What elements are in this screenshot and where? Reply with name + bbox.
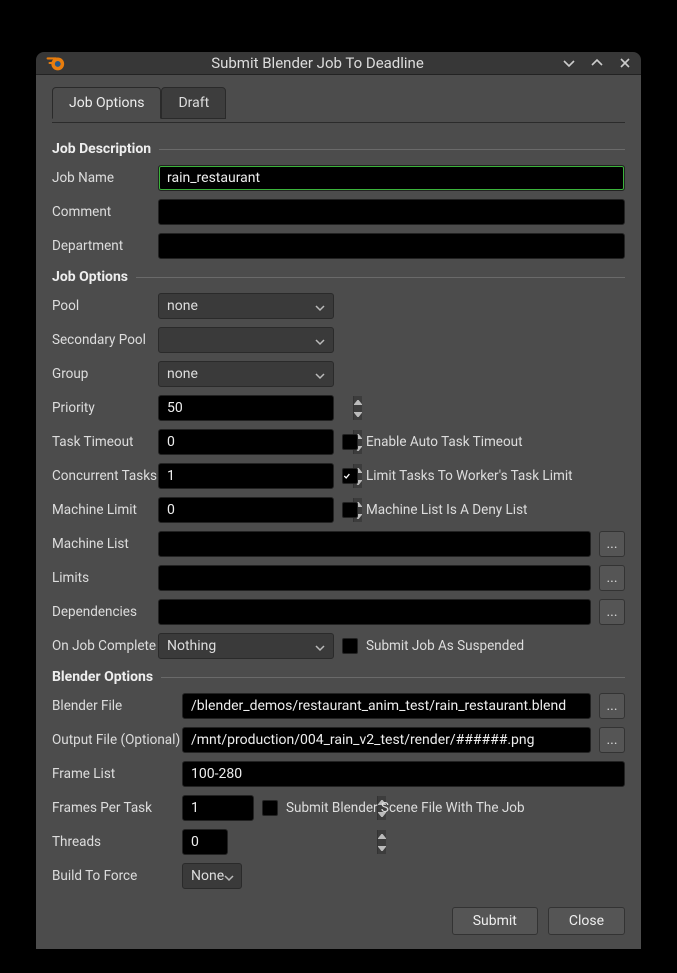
priority-spinbox[interactable]: [158, 395, 334, 421]
label-priority: Priority: [52, 400, 158, 416]
machine-limit-spinbox[interactable]: [158, 497, 334, 523]
label-task-timeout: Task Timeout: [52, 434, 158, 450]
label-frames-per-task: Frames Per Task: [52, 800, 182, 816]
enable-auto-task-timeout-label: Enable Auto Task Timeout: [366, 434, 523, 450]
label-build-to-force: Build To Force: [52, 868, 182, 884]
concurrent-tasks-input[interactable]: [159, 464, 353, 488]
spin-buttons[interactable]: [353, 396, 362, 420]
section-label: Job Options: [52, 269, 128, 285]
submit-suspended-label: Submit Job As Suspended: [366, 638, 524, 654]
section-job-description: Job Description: [52, 141, 625, 157]
divider-line: [136, 277, 625, 278]
minimize-icon[interactable]: [561, 55, 577, 71]
titlebar: Submit Blender Job To Deadline: [36, 52, 641, 74]
label-threads: Threads: [52, 834, 182, 850]
maximize-icon[interactable]: [589, 55, 605, 71]
submit-dialog: Submit Blender Job To Deadline Job Optio…: [36, 52, 641, 913]
chevron-down-icon: [315, 369, 325, 379]
label-output-file: Output File (Optional): [52, 732, 182, 748]
output-file-browse-button[interactable]: ...: [599, 727, 625, 753]
label-frame-list: Frame List: [52, 766, 182, 782]
enable-auto-task-timeout-checkbox[interactable]: [342, 434, 358, 450]
build-to-force-dropdown[interactable]: None: [182, 863, 242, 889]
dialog-content: Job Options Draft Job Description Job Na…: [36, 74, 641, 949]
pool-value: none: [167, 298, 198, 314]
dialog-footer: Submit Close: [52, 893, 625, 935]
spin-up-icon[interactable]: [378, 830, 386, 842]
machine-list-deny-checkbox[interactable]: [342, 502, 358, 518]
on-job-complete-dropdown[interactable]: Nothing: [158, 633, 334, 659]
concurrent-tasks-spinbox[interactable]: [158, 463, 334, 489]
section-blender-options: Blender Options: [52, 669, 625, 685]
limits-input[interactable]: [158, 565, 591, 591]
label-secondary-pool: Secondary Pool: [52, 332, 158, 348]
priority-input[interactable]: [159, 396, 353, 420]
label-group: Group: [52, 366, 158, 382]
spin-down-icon[interactable]: [378, 842, 386, 854]
divider-line: [161, 677, 625, 678]
close-icon[interactable]: [617, 55, 633, 71]
submit-button[interactable]: Submit: [452, 907, 538, 935]
comment-input[interactable]: [158, 199, 625, 225]
threads-input[interactable]: [183, 830, 377, 854]
blender-icon: [44, 52, 66, 74]
label-limits: Limits: [52, 570, 158, 586]
chevron-down-icon: [315, 335, 325, 345]
build-to-force-value: None: [191, 868, 224, 884]
label-on-job-complete: On Job Complete: [52, 638, 158, 654]
label-machine-list: Machine List: [52, 536, 158, 552]
tabs: Job Options Draft: [52, 87, 625, 119]
label-department: Department: [52, 238, 158, 254]
spin-buttons[interactable]: [377, 830, 386, 854]
label-pool: Pool: [52, 298, 158, 314]
spin-down-icon[interactable]: [354, 408, 362, 420]
label-job-name: Job Name: [52, 170, 158, 186]
tab-draft[interactable]: Draft: [161, 87, 226, 119]
chevron-down-icon: [315, 641, 325, 651]
tab-job-options[interactable]: Job Options: [52, 87, 161, 119]
spin-up-icon[interactable]: [354, 396, 362, 408]
close-button[interactable]: Close: [548, 907, 625, 935]
chevron-down-icon: [224, 871, 234, 881]
on-job-complete-value: Nothing: [167, 638, 216, 654]
task-timeout-spinbox[interactable]: [158, 429, 334, 455]
label-machine-limit: Machine Limit: [52, 502, 158, 518]
output-file-input[interactable]: [182, 727, 591, 753]
department-input[interactable]: [158, 233, 625, 259]
label-comment: Comment: [52, 204, 158, 220]
dependencies-browse-button[interactable]: ...: [599, 599, 625, 625]
window-title: Submit Blender Job To Deadline: [74, 54, 561, 72]
threads-spinbox[interactable]: [182, 829, 228, 855]
machine-limit-input[interactable]: [159, 498, 353, 522]
group-dropdown[interactable]: none: [158, 361, 334, 387]
section-label: Job Description: [52, 141, 151, 157]
dependencies-input[interactable]: [158, 599, 591, 625]
tab-divider: [52, 122, 625, 123]
submit-scene-with-job-checkbox[interactable]: [262, 800, 278, 816]
divider-line: [159, 149, 625, 150]
submit-suspended-checkbox[interactable]: [342, 638, 358, 654]
section-job-options: Job Options: [52, 269, 625, 285]
section-label: Blender Options: [52, 669, 153, 685]
job-name-input[interactable]: [158, 165, 625, 191]
label-dependencies: Dependencies: [52, 604, 158, 620]
blender-file-input[interactable]: [182, 693, 591, 719]
machine-list-deny-label: Machine List Is A Deny List: [366, 502, 527, 518]
group-value: none: [167, 366, 198, 382]
limit-tasks-worker-label: Limit Tasks To Worker's Task Limit: [366, 468, 573, 484]
label-concurrent-tasks: Concurrent Tasks: [52, 468, 158, 484]
limit-tasks-worker-checkbox[interactable]: [342, 468, 358, 484]
machine-list-input[interactable]: [158, 531, 591, 557]
chevron-down-icon: [315, 301, 325, 311]
task-timeout-input[interactable]: [159, 430, 353, 454]
frame-list-input[interactable]: [182, 761, 625, 787]
blender-file-browse-button[interactable]: ...: [599, 693, 625, 719]
secondary-pool-dropdown[interactable]: [158, 327, 334, 353]
label-blender-file: Blender File: [52, 698, 182, 714]
machine-list-browse-button[interactable]: ...: [599, 531, 625, 557]
pool-dropdown[interactable]: none: [158, 293, 334, 319]
limits-browse-button[interactable]: ...: [599, 565, 625, 591]
submit-scene-with-job-label: Submit Blender Scene File With The Job: [286, 800, 525, 816]
frames-per-task-spinbox[interactable]: [182, 795, 254, 821]
